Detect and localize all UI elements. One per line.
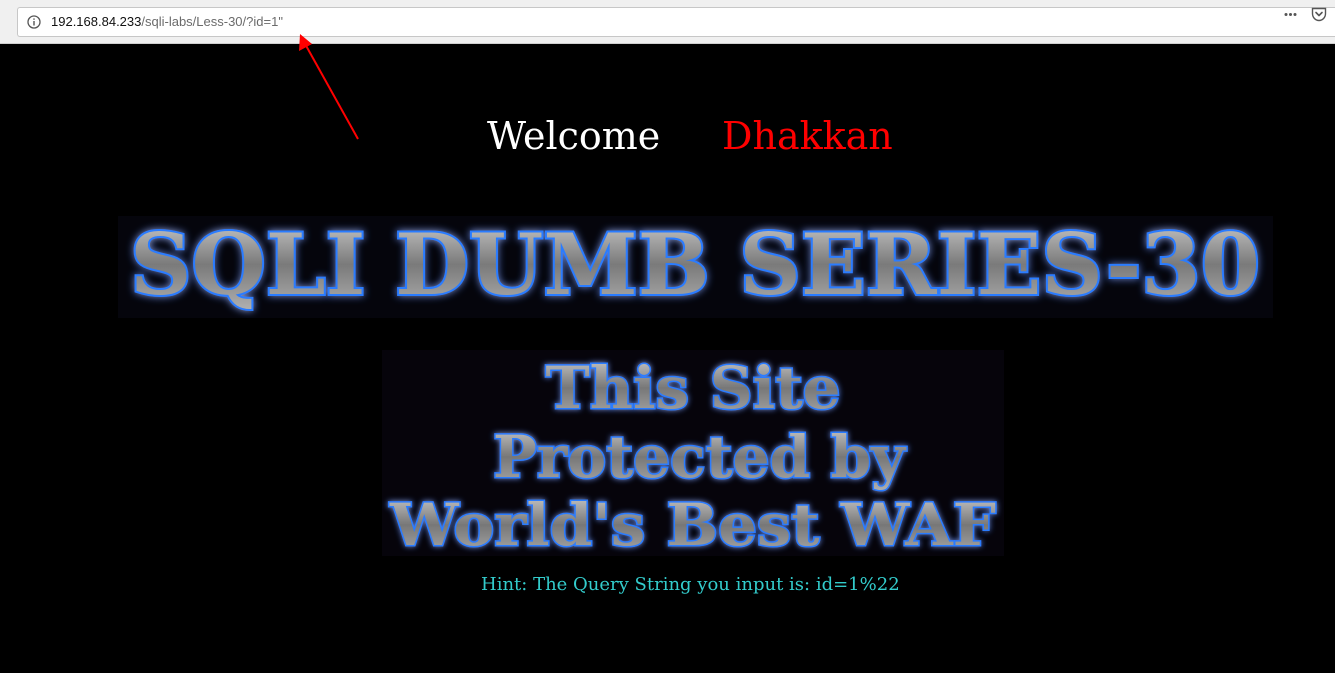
url-path: /sqli-labs/Less-30/?id=1" bbox=[141, 14, 283, 29]
sqli-title-banner: SQLI DUMB SERIES-30 bbox=[118, 213, 1273, 318]
info-icon[interactable] bbox=[27, 15, 41, 29]
title-banner-art: SQLI DUMB SERIES-30 bbox=[128, 213, 1262, 316]
url-text[interactable]: 192.168.84.233/sqli-labs/Less-30/?id=1" bbox=[51, 14, 283, 30]
waf-line-1: This Site bbox=[546, 354, 841, 422]
address-bar[interactable]: 192.168.84.233/sqli-labs/Less-30/?id=1" bbox=[17, 7, 1335, 37]
waf-line-3: World's Best WAF bbox=[389, 491, 996, 556]
waf-banner: This Site Protected by World's Best WAF bbox=[382, 350, 1004, 561]
waf-line-2: Protected by bbox=[493, 423, 907, 491]
waf-banner-art: This Site Protected by World's Best WAF bbox=[387, 353, 997, 561]
hint-text: Hint: The Query String you input is: id=… bbox=[481, 574, 900, 595]
title-banner-text: SQLI DUMB SERIES-30 bbox=[130, 216, 1260, 314]
url-host: 192.168.84.233 bbox=[51, 14, 142, 29]
welcome-word: Welcome bbox=[487, 114, 661, 158]
welcome-name: Dhakkan bbox=[722, 114, 893, 158]
red-arrow-annotation bbox=[299, 34, 359, 140]
page-actions-icon[interactable] bbox=[1284, 8, 1297, 21]
pocket-icon[interactable] bbox=[1311, 7, 1327, 22]
browser-toolbar: 192.168.84.233/sqli-labs/Less-30/?id=1" bbox=[0, 0, 1335, 44]
